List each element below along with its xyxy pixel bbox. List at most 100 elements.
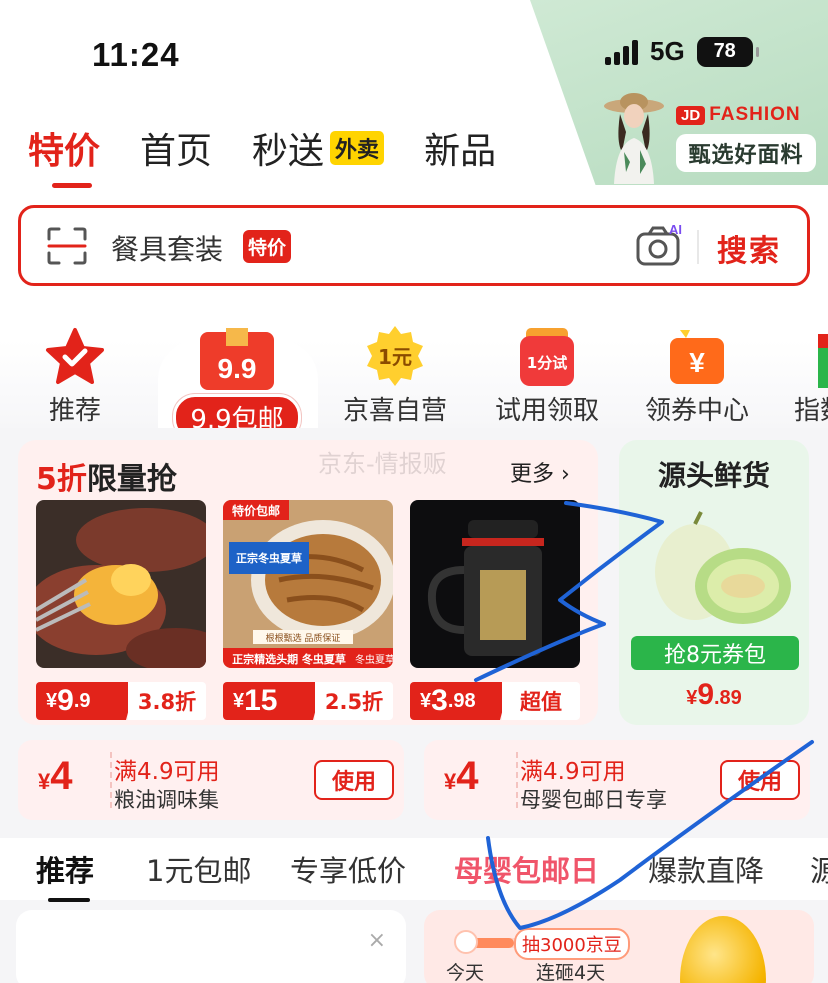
img-text: 根根甄选 品质保证: [266, 632, 341, 644]
signal-icon: [605, 39, 638, 65]
coupon-amount: ¥4: [38, 754, 73, 799]
tab-tejia[interactable]: 特价: [28, 122, 101, 188]
coupon-condition: 满4.9可用: [114, 759, 220, 785]
discount-tag: 超值: [502, 682, 580, 720]
currency-symbol: ¥: [420, 689, 432, 712]
model-photo: [604, 93, 664, 184]
product-cordyceps[interactable]: 特价包邮 正宗冬虫夏草 根根甄选 品质保证 正宗精选头期 冬虫夏草 冬虫夏草 ¥…: [223, 500, 395, 720]
currency-symbol: ¥: [444, 769, 457, 794]
price-row: ¥15 2.5折: [223, 682, 393, 720]
amount-value: 4: [50, 754, 73, 798]
discount-tag: 3.8折: [128, 682, 206, 720]
use-coupon-button[interactable]: 使用: [314, 760, 394, 800]
product-sweet-potato[interactable]: ¥9.9 3.8折: [26, 500, 226, 720]
coupon-grain-oil[interactable]: ¥4 满4.9可用 粮油调味集 使用: [18, 740, 404, 820]
status-indicators: 5G 78: [605, 36, 759, 67]
more-link[interactable]: 更多 ›: [510, 456, 570, 488]
coupon-condition: 满4.9可用: [520, 759, 626, 785]
golden-egg-icon[interactable]: [680, 916, 766, 983]
fresh-title: 源头鲜货: [657, 459, 770, 492]
coupon-amount: ¥4: [444, 754, 479, 799]
category-coupon-center[interactable]: ¥ 领券中心: [622, 300, 772, 427]
feed-tab-low-price[interactable]: 专享低价: [290, 848, 406, 890]
coupon-divider: [110, 752, 112, 808]
feed-tab-recommend[interactable]: 推荐: [36, 848, 94, 902]
tab-miaosong[interactable]: 秒送 外卖: [252, 122, 385, 174]
day-streak: 连砸4天: [536, 962, 606, 983]
network-type: 5G: [650, 36, 685, 66]
category-label: 试用领取: [494, 396, 599, 426]
tab-label: 特价: [28, 131, 101, 172]
top-nav: 特价 首页 秒送 外卖 新品: [28, 122, 536, 188]
price: ¥15: [223, 682, 323, 720]
use-coupon-button[interactable]: 使用: [720, 760, 800, 800]
flash-title-rest: 限量抢: [86, 462, 177, 497]
price-dec: .89: [714, 687, 742, 709]
category-jingxi[interactable]: 1元 京喜自营: [320, 300, 470, 427]
close-icon[interactable]: ×: [368, 928, 386, 953]
price: ¥3.98: [410, 682, 510, 720]
flash-sale-card[interactable]: 5折限量抢 京东-情报贩 更多 › ¥9.9 3.8折 特价包邮 正宗冬虫夏草 …: [18, 440, 598, 725]
feed-tab-baby-day[interactable]: 母婴包邮日: [454, 848, 599, 890]
category-recommend[interactable]: 推荐: [0, 300, 150, 427]
jd-fashion-logo: JD FASHION: [676, 104, 801, 126]
battery-icon: 78: [696, 36, 759, 67]
category-label: 指数: [794, 396, 828, 426]
category-index[interactable]: 指数: [794, 300, 828, 427]
waimai-badge: 外卖: [330, 131, 385, 165]
currency-symbol: ¥: [233, 689, 245, 712]
ai-camera-icon[interactable]: AI: [635, 222, 685, 268]
fresh-goods-card[interactable]: 源头鲜货 抢8元券包 ¥9.89: [619, 440, 809, 725]
img-text: 正宗精选头期 冬虫夏草: [232, 652, 346, 666]
fashion-word: FASHION: [709, 104, 801, 125]
status-time: 11:24: [92, 36, 180, 73]
coupon-icon-text: ¥: [689, 347, 705, 378]
coin-badge-icon: 1元: [367, 326, 423, 386]
feed-tab-1yuan[interactable]: 1元包邮: [146, 848, 251, 890]
tab-new[interactable]: 新品: [424, 122, 496, 174]
search-divider: [697, 230, 699, 264]
amount-value: 4: [456, 754, 479, 798]
currency-symbol: ¥: [686, 687, 698, 709]
search-input[interactable]: 餐具套装: [111, 228, 223, 268]
chart-icon: [818, 334, 828, 388]
coupon-baby[interactable]: ¥4 满4.9可用 母婴包邮日专享 使用: [424, 740, 810, 820]
discount-tag: 2.5折: [315, 682, 393, 720]
flash-title-highlight: 5折: [36, 462, 87, 497]
price-int: 9: [697, 678, 714, 711]
red-bag-text: 1分试: [527, 354, 567, 372]
category-99-free-shipping[interactable]: 9.9 9.9包邮: [162, 304, 312, 441]
lottery-card[interactable]: 抽3000京豆 今天 连砸4天: [424, 910, 814, 983]
tab-home[interactable]: 首页: [140, 122, 212, 174]
price-int: 9: [57, 684, 74, 717]
currency-symbol: ¥: [38, 769, 51, 794]
scan-icon[interactable]: [47, 227, 87, 265]
tab-label: 新品: [424, 131, 497, 172]
price-int: 3: [431, 684, 448, 717]
fresh-price: ¥9.89: [619, 678, 809, 712]
feed-tab-hot-drop[interactable]: 爆款直降: [648, 848, 764, 890]
price-dec: .98: [447, 689, 476, 712]
product-tea-cup[interactable]: ¥3.98 超值: [410, 500, 580, 720]
gift-box-text: 9.9: [218, 353, 257, 384]
fresh-coupon-button[interactable]: 抢8元券包: [631, 636, 799, 670]
product-image: [410, 500, 580, 668]
feed-card-left[interactable]: ×: [16, 910, 406, 983]
red-bag-icon: 1分试: [520, 328, 574, 386]
img-text: 正宗冬虫夏草: [236, 551, 302, 565]
category-label: 推荐: [48, 396, 101, 426]
price-dec: .9: [73, 689, 91, 712]
price-int: 15: [244, 684, 278, 717]
search-button[interactable]: 搜索: [717, 226, 781, 270]
star-check-icon: [46, 328, 104, 384]
progress-dot: [454, 930, 478, 954]
watermark: 京东-情报贩: [318, 450, 447, 478]
currency-symbol: ¥: [46, 689, 58, 712]
tab-label: 秒送: [252, 131, 325, 172]
product-image: 特价包邮 正宗冬虫夏草 根根甄选 品质保证 正宗精选头期 冬虫夏草 冬虫夏草: [223, 500, 395, 668]
feed-tab-source[interactable]: 源: [810, 848, 828, 890]
coupon-divider: [516, 752, 518, 808]
search-bar[interactable]: 餐具套装 特价 AI 搜索: [18, 205, 810, 286]
coin-badge-text: 1元: [378, 345, 412, 369]
category-trial[interactable]: 1分试 试用领取: [472, 300, 622, 427]
